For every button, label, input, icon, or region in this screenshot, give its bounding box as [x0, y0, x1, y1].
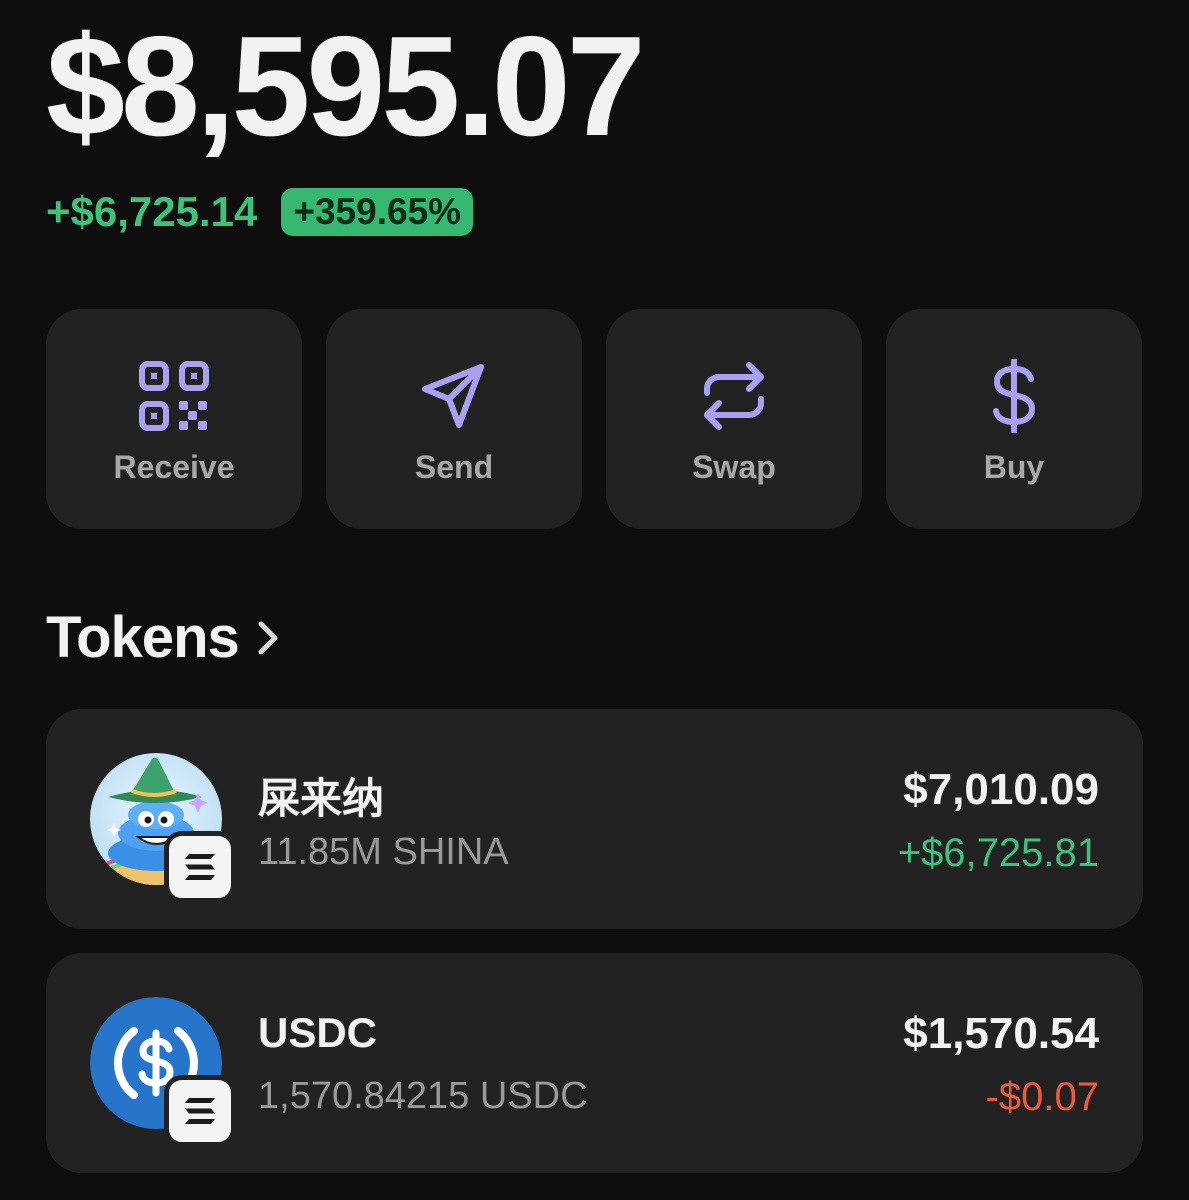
- token-change: +$6,725.81: [897, 831, 1099, 875]
- solana-icon: [164, 831, 236, 903]
- token-change: -$0.07: [985, 1075, 1099, 1119]
- receive-button-label: Receive: [113, 449, 235, 485]
- tokens-section-title: Tokens: [46, 605, 240, 670]
- token-name: 屎来纳: [258, 775, 385, 822]
- portfolio-balance: $8,595.07: [46, 7, 646, 166]
- portfolio-change-percent-badge: +359.65%: [281, 188, 474, 236]
- send-icon: [422, 364, 484, 428]
- send-button[interactable]: Send: [326, 309, 582, 529]
- buy-button-label: Buy: [983, 449, 1045, 485]
- portfolio-change-amount: +$6,725.14: [46, 188, 258, 235]
- portfolio-change-row: +$6,725.14 +359.65%: [46, 184, 474, 240]
- token-name: USDC: [258, 1009, 378, 1056]
- token-row-shina[interactable]: 屎来纳 11.85M SHINA $7,010.09 +$6,725.81: [46, 709, 1143, 929]
- action-buttons: Receive Send Swap Buy: [46, 309, 1142, 529]
- token-amount: 1,570.84215 USDC: [258, 1075, 588, 1117]
- buy-button[interactable]: Buy: [886, 309, 1142, 529]
- receive-button[interactable]: Receive: [46, 309, 302, 529]
- tokens-section-header[interactable]: Tokens: [46, 604, 281, 671]
- token-value: $7,010.09: [903, 765, 1099, 814]
- swap-button-label: Swap: [692, 449, 776, 485]
- chevron-right-icon: [258, 621, 278, 654]
- token-value: $1,570.54: [903, 1009, 1099, 1058]
- token-amount: 11.85M SHINA: [258, 831, 509, 873]
- send-button-label: Send: [414, 449, 494, 485]
- swap-icon: [704, 362, 764, 430]
- swap-button[interactable]: Swap: [606, 309, 862, 529]
- solana-icon: [164, 1075, 236, 1147]
- dollar-icon: [993, 359, 1035, 433]
- qr-code-icon: [139, 361, 209, 431]
- token-row-usdc[interactable]: USDC 1,570.84215 USDC $1,570.54 -$0.07: [46, 953, 1143, 1173]
